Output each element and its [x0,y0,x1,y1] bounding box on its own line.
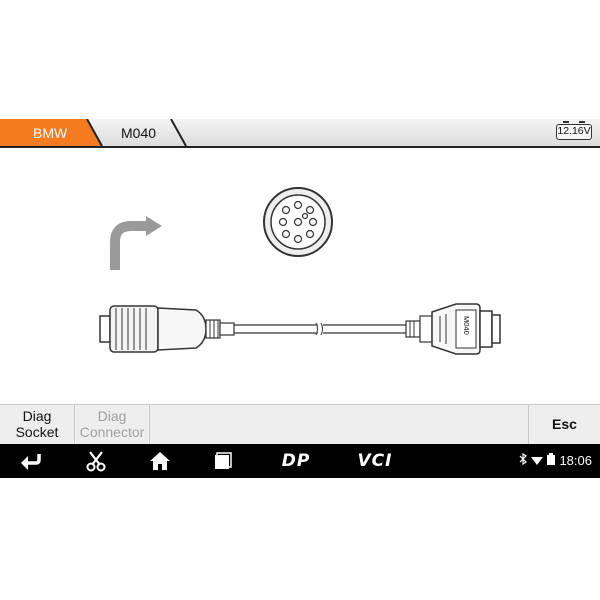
status-time: 18:06 [559,453,592,468]
diag-connector-label-line2: Connector [79,424,145,440]
diag-socket-label-line1: Diag [22,408,52,424]
dp-button[interactable]: DP [276,449,316,473]
cable-illustration: M040 [99,303,501,355]
battery-icon [547,453,556,468]
breadcrumb-item-bmw[interactable]: BMW [33,125,67,141]
diag-socket-button[interactable]: Diag Socket [0,405,75,444]
breadcrumb: BMW M040 12.16V [0,119,600,148]
breadcrumb-item-model[interactable]: M040 [121,125,156,141]
app-screen: BMW M040 12.16V M040 Diag Socket Diag Co… [0,119,600,478]
turn-arrow-icon [110,216,162,270]
diag-connector-button[interactable]: Diag Connector [75,405,150,444]
home-icon[interactable] [148,449,172,473]
system-nav-bar: DP VCI 18:06 [0,444,600,478]
back-icon[interactable] [18,449,44,473]
connector-label: M040 [462,316,471,335]
scissors-icon[interactable] [84,449,108,473]
status-area: 18:06 [519,452,592,468]
diag-socket-label-line2: Socket [15,424,59,440]
connector-illustration-area: M040 [0,150,600,404]
esc-button[interactable]: Esc [528,405,600,444]
wifi-icon [531,453,544,468]
breadcrumb-shapes [0,119,187,147]
recent-apps-icon[interactable] [212,449,234,473]
vci-button[interactable]: VCI [352,449,398,473]
connector-diagram: M040 [99,187,501,355]
diag-connector-label-line1: Diag [97,408,127,424]
connector-pin-face [263,187,333,257]
function-bar: Diag Socket Diag Connector Esc [0,404,600,444]
bluetooth-icon [519,452,528,468]
battery-voltage-indicator: 12.16V [556,121,592,140]
